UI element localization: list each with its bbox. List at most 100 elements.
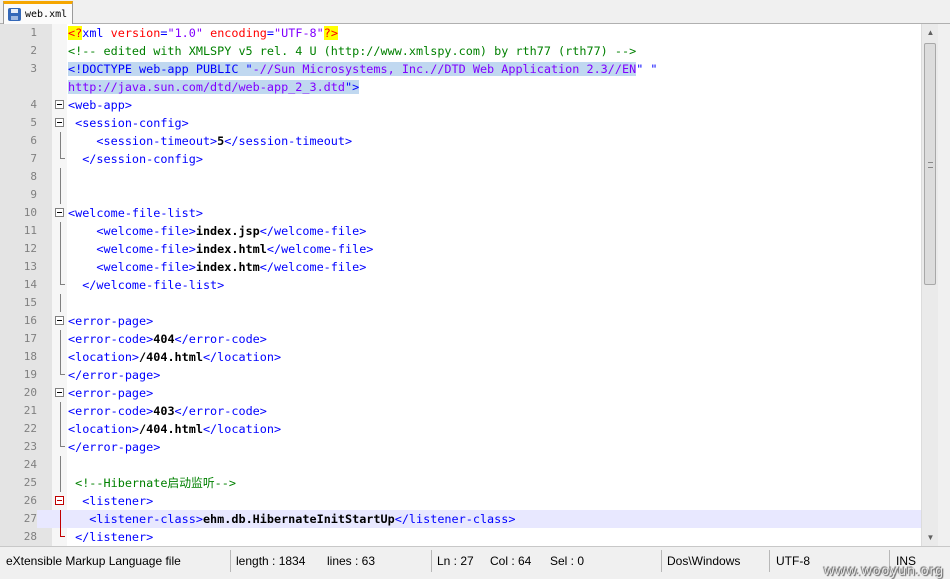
code-line[interactable]: 16 <error-page> xyxy=(0,312,921,330)
code-token: <listener> xyxy=(68,494,154,508)
tab-web-xml[interactable]: web.xml xyxy=(3,1,74,24)
line-number: 19 xyxy=(23,368,37,381)
code-text: <welcome-file>index.html</welcome-file> xyxy=(68,240,373,258)
code-token: <welcome-file-list> xyxy=(68,206,203,220)
line-number: 6 xyxy=(30,134,37,147)
fold-guide-line xyxy=(60,168,61,186)
vertical-scrollbar[interactable]: ▲ ▼ xyxy=(921,24,938,546)
window-edge xyxy=(938,24,950,546)
code-token: <welcome-file> xyxy=(68,260,196,274)
code-line[interactable]: 15 xyxy=(0,294,921,312)
code-token: </session-timeout> xyxy=(224,134,353,148)
code-text: </listener> xyxy=(68,528,153,546)
code-token: <web-app> xyxy=(68,98,132,112)
code-line[interactable]: 9 xyxy=(0,186,921,204)
code-text: <listener> xyxy=(68,492,153,510)
code-line[interactable]: 11 <welcome-file>index.jsp</welcome-file… xyxy=(0,222,921,240)
code-token: "1.0" xyxy=(167,26,203,40)
code-line[interactable]: 26 <listener> xyxy=(0,492,921,510)
line-number: 26 xyxy=(23,494,37,507)
code-line[interactable]: 2 <!-- edited with XMLSPY v5 rel. 4 U (ht… xyxy=(0,42,921,60)
fold-guide-line xyxy=(60,474,61,492)
line-number: 28 xyxy=(23,530,37,543)
code-text: <error-code>403</error-code> xyxy=(68,402,267,420)
fold-guide-line xyxy=(60,402,61,420)
code-text: <welcome-file>index.htm</welcome-file> xyxy=(68,258,366,276)
code-token: </error-code> xyxy=(174,404,267,418)
status-language: eXtensible Markup Language file xyxy=(6,554,181,568)
scroll-up-arrow-icon[interactable]: ▲ xyxy=(922,24,939,41)
scroll-down-arrow-icon[interactable]: ▼ xyxy=(922,529,939,546)
code-text: <session-timeout>5</session-timeout> xyxy=(68,132,352,150)
line-number: 23 xyxy=(23,440,37,453)
code-token: <session-timeout> xyxy=(68,134,218,148)
code-line[interactable]: 12 <welcome-file>index.html</welcome-fil… xyxy=(0,240,921,258)
fold-collapse-icon[interactable] xyxy=(55,118,64,127)
code-line[interactable]: 28 </listener> xyxy=(0,528,921,546)
code-line[interactable]: 6 <session-timeout>5</session-timeout> xyxy=(0,132,921,150)
code-editor[interactable]: 1 <?xml version="1.0" encoding="UTF-8"?> 2… xyxy=(0,24,921,546)
fold-collapse-icon[interactable] xyxy=(55,388,64,397)
fold-collapse-icon[interactable] xyxy=(55,100,64,109)
code-token: </session-config> xyxy=(68,152,203,166)
code-line[interactable]: 3 <!DOCTYPE web-app PUBLIC "-//Sun Micros… xyxy=(0,60,921,78)
watermark-text: www.wooyun.org xyxy=(824,562,944,578)
status-lines: lines : 63 xyxy=(327,554,376,568)
line-number: 10 xyxy=(23,206,37,219)
code-line[interactable]: 4 <web-app> xyxy=(0,96,921,114)
line-number: 16 xyxy=(23,314,37,327)
code-token: <!DOCTYPE web-app PUBLIC " xyxy=(68,62,253,76)
code-line[interactable]: 25 <!--Hibernate启动监听--> xyxy=(0,474,921,492)
scrollbar-thumb[interactable] xyxy=(924,43,936,285)
fold-collapse-icon[interactable] xyxy=(55,316,64,325)
code-lines: 1 <?xml version="1.0" encoding="UTF-8"?> 2… xyxy=(0,24,921,546)
code-token: </error-code> xyxy=(174,332,267,346)
code-token: </welcome-file> xyxy=(259,260,367,274)
code-token: </error-page> xyxy=(68,440,161,454)
code-line[interactable]: 24 xyxy=(0,456,921,474)
code-line[interactable]: 5 <session-config> xyxy=(0,114,921,132)
code-token: "UTF-8" xyxy=(274,26,324,40)
fold-collapse-icon[interactable] xyxy=(55,496,64,505)
fold-end-marker xyxy=(60,150,65,159)
line-number: 3 xyxy=(30,62,37,75)
code-line[interactable]: 10 <welcome-file-list> xyxy=(0,204,921,222)
tab-bar: web.xml xyxy=(0,0,950,24)
line-number: 24 xyxy=(23,458,37,471)
fold-guide-line xyxy=(60,222,61,240)
line-number: 17 xyxy=(23,332,37,345)
code-line[interactable]: 17 <error-code>404</error-code> xyxy=(0,330,921,348)
code-token: <location> xyxy=(68,422,140,436)
code-line[interactable]: 27 <listener-class>ehm.db.HibernateInitS… xyxy=(0,510,921,528)
code-token: </listener-class> xyxy=(394,512,516,526)
code-line[interactable]: 8 xyxy=(0,168,921,186)
code-line[interactable]: 22 <location>/404.html</location> xyxy=(0,420,921,438)
code-line[interactable]: 19 </error-page> xyxy=(0,366,921,384)
code-text: </error-page> xyxy=(68,366,160,384)
code-line[interactable]: 21 <error-code>403</error-code> xyxy=(0,402,921,420)
tab-label: web.xml xyxy=(25,8,68,20)
code-line[interactable]: 1 <?xml version="1.0" encoding="UTF-8"?> xyxy=(0,24,921,42)
status-selection: Sel : 0 xyxy=(550,554,585,568)
fold-guide-line xyxy=(60,240,61,258)
fold-guide-line xyxy=(60,186,61,204)
fold-collapse-icon[interactable] xyxy=(55,208,64,217)
code-token: <listener-class> xyxy=(68,512,203,526)
code-token: </error-page> xyxy=(68,368,161,382)
code-line[interactable]: 20 <error-page> xyxy=(0,384,921,402)
code-line[interactable]: 13 <welcome-file>index.htm</welcome-file… xyxy=(0,258,921,276)
code-token: <welcome-file> xyxy=(68,242,196,256)
code-text: <location>/404.html</location> xyxy=(68,348,281,366)
code-line[interactable]: 18 <location>/404.html</location> xyxy=(0,348,921,366)
line-number: 27 xyxy=(0,510,37,528)
code-line[interactable]: http://java.sun.com/dtd/web-app_2_3.dtd"… xyxy=(0,78,921,96)
code-line[interactable]: 23 </error-page> xyxy=(0,438,921,456)
status-length: length : 1834 xyxy=(236,554,306,568)
line-number: 25 xyxy=(23,476,37,489)
code-token: /404.html xyxy=(139,422,203,436)
code-token: <? xyxy=(68,26,83,40)
code-line[interactable]: 14 </welcome-file-list> xyxy=(0,276,921,294)
code-line[interactable]: 7 </session-config> xyxy=(0,150,921,168)
status-column: Col : 64 xyxy=(490,554,532,568)
line-number: 12 xyxy=(23,242,37,255)
